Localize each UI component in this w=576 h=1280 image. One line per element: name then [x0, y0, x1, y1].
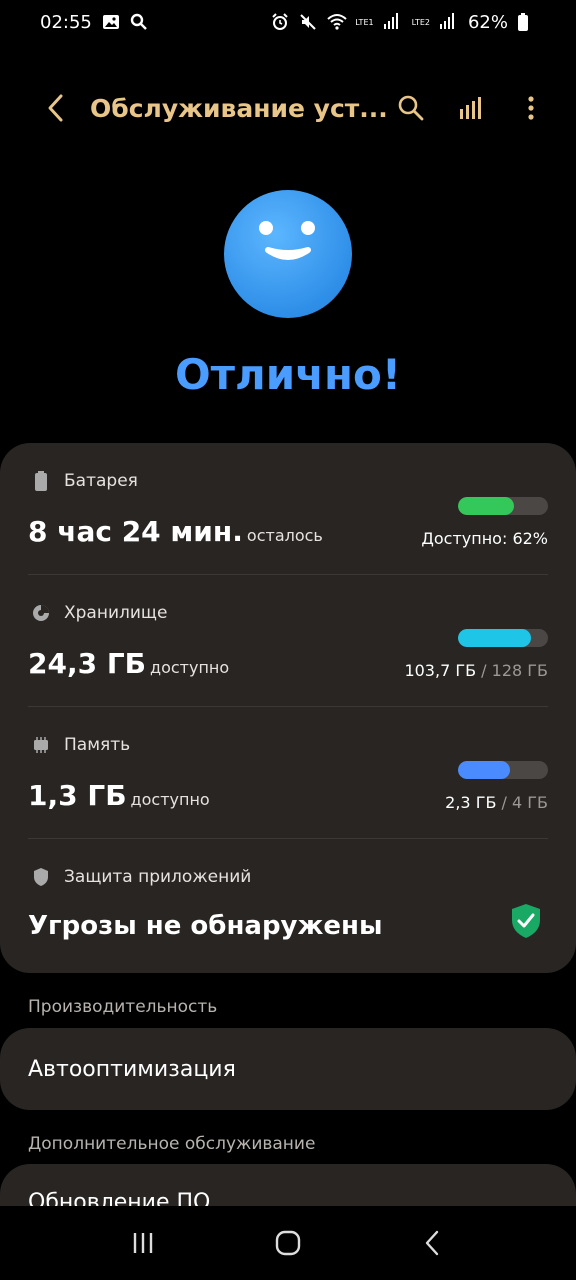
memory-progress	[458, 761, 548, 779]
sim2-label: LTE2	[411, 17, 430, 27]
back-icon[interactable]	[38, 90, 74, 126]
storage-fill	[458, 629, 531, 647]
performance-header: Производительность	[28, 997, 218, 1017]
storage-free-suffix: доступно	[150, 658, 230, 677]
memory-row[interactable]: Память 1,3 ГБ доступно 2,3 ГБ / 4 ГБ	[28, 707, 548, 839]
chart-icon[interactable]	[454, 91, 488, 125]
memory-total: / 4 ГБ	[501, 793, 548, 812]
app-protection-status: Угрозы не обнаружены	[28, 911, 383, 941]
status-bar: 02:55 LTE1 LTE2 62%	[0, 0, 576, 44]
recents-icon[interactable]	[123, 1223, 163, 1263]
app-bar: Обслуживание уст...	[0, 80, 576, 136]
battery-time-suffix: осталось	[246, 526, 323, 545]
app-protection-row[interactable]: Защита приложений Угрозы не обнаружены	[28, 839, 548, 971]
memory-caption: 2,3 ГБ / 4 ГБ	[445, 793, 548, 812]
battery-fill	[458, 497, 514, 515]
memory-label: Память	[64, 735, 131, 755]
mute-icon	[299, 13, 317, 31]
storage-total: / 128 ГБ	[481, 661, 548, 680]
battery-row[interactable]: Батарея 8 час 24 мин. осталось Доступно: …	[28, 443, 548, 575]
app-protection-label: Защита приложений	[64, 867, 252, 887]
battery-label: Батарея	[64, 471, 138, 491]
signal-icon	[383, 13, 402, 31]
alarm-icon	[271, 13, 289, 31]
battery-percent: 62%	[467, 11, 508, 33]
back-icon[interactable]	[413, 1223, 453, 1263]
memory-used: 2,3 ГБ	[445, 793, 497, 812]
image-icon	[102, 13, 120, 31]
memory-free-suffix: доступно	[130, 790, 210, 809]
memory-fill	[458, 761, 511, 779]
additional-header: Дополнительное обслуживание	[28, 1134, 316, 1154]
pie-chart-icon	[31, 603, 51, 623]
battery-progress	[458, 497, 548, 515]
search-icon	[130, 13, 148, 31]
battery-icon	[518, 13, 536, 31]
battery-time: 8 час 24 мин. осталось	[28, 515, 323, 548]
memory-free: 1,3 ГБ доступно	[28, 779, 210, 812]
battery-icon	[31, 471, 51, 491]
memory-chip-icon	[31, 735, 51, 755]
auto-optimization-item[interactable]: Автооптимизация	[0, 1028, 576, 1110]
shield-icon	[31, 867, 51, 887]
shield-check-icon	[510, 903, 542, 939]
storage-label: Хранилище	[64, 603, 168, 623]
status-title: Отлично!	[174, 350, 402, 399]
storage-free-value: 24,3 ГБ	[28, 647, 147, 680]
battery-caption: Доступно: 62%	[421, 529, 548, 548]
device-status-card: Батарея 8 час 24 мин. осталось Доступно: …	[0, 443, 576, 973]
page-title: Обслуживание уст...	[90, 93, 388, 123]
wifi-icon	[327, 13, 347, 31]
memory-free-value: 1,3 ГБ	[28, 779, 127, 812]
device-care-screen: 02:55 LTE1 LTE2 62% Обслуживание уст... …	[0, 0, 576, 1280]
status-time: 02:55	[40, 11, 92, 33]
home-icon[interactable]	[268, 1223, 308, 1263]
more-vert-icon[interactable]	[514, 91, 548, 125]
sim1-label: LTE1	[355, 17, 374, 27]
status-face-icon	[224, 190, 352, 318]
storage-progress	[458, 629, 548, 647]
storage-row[interactable]: Хранилище 24,3 ГБ доступно 103,7 ГБ / 128…	[28, 575, 548, 707]
storage-free: 24,3 ГБ доступно	[28, 647, 229, 680]
search-icon[interactable]	[394, 91, 428, 125]
storage-caption: 103,7 ГБ / 128 ГБ	[404, 661, 548, 680]
storage-used: 103,7 ГБ	[404, 661, 477, 680]
navigation-bar	[0, 1206, 576, 1280]
battery-time-value: 8 час 24 мин.	[28, 515, 243, 548]
signal-icon	[439, 13, 458, 31]
